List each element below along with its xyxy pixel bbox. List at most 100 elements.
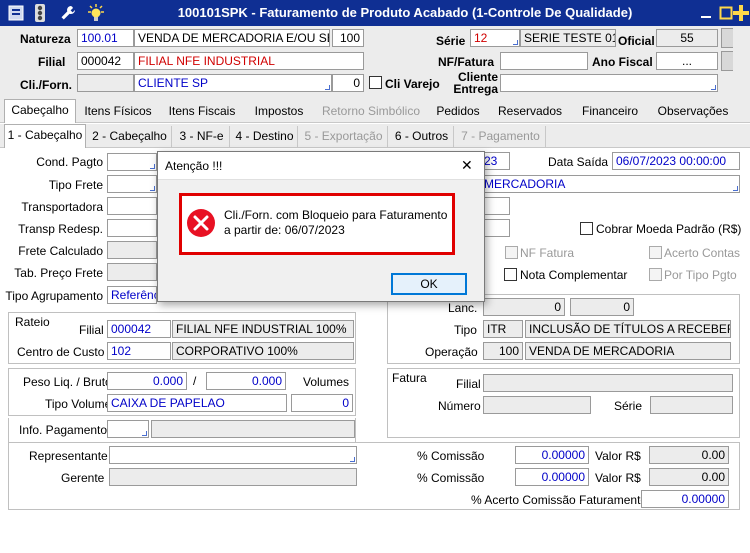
- peso-group: Peso Liq. / Bruto 0.000 / 0.000 Volumes …: [8, 368, 356, 416]
- data-saida-label: Data Saída: [548, 155, 609, 169]
- centro-custo-code[interactable]: 102: [107, 342, 171, 360]
- tab-observacoes[interactable]: Observações: [650, 101, 736, 123]
- cliente-entrega-input[interactable]: [500, 74, 718, 92]
- message-highlight: Cli./Forn. com Bloqueio para Faturamento…: [179, 193, 455, 255]
- dialog-message-line1: Cli./Forn. com Bloqueio para Faturamento: [224, 208, 448, 222]
- nota-complementar-checkbox[interactable]: [504, 268, 517, 281]
- cliente-entrega-label: Cliente Entrega: [453, 70, 498, 96]
- app-menu-icon[interactable]: [6, 3, 26, 23]
- attention-dialog: Atenção !!! ✕ Cli./Forn. com Bloqueio pa…: [157, 151, 485, 302]
- tipo-volume-input[interactable]: CAIXA DE PAPELAO: [107, 394, 287, 412]
- lancamento-group: Lanc. 0 0 Tipo ITR INCLUSÃO DE TÍTULOS A…: [387, 294, 740, 364]
- rateio-filial-code[interactable]: 000042: [107, 320, 171, 338]
- acerto-contas-checkbox[interactable]: [649, 246, 662, 259]
- tab-reservados[interactable]: Reservados: [490, 101, 570, 123]
- cond-pagto-input[interactable]: [107, 153, 157, 171]
- ok-button[interactable]: OK: [391, 273, 467, 295]
- nf-fatura-input[interactable]: [500, 52, 588, 70]
- gerente-input: [109, 468, 357, 486]
- tab-cabecalho[interactable]: Cabeçalho: [4, 99, 76, 123]
- operacao-num: 100: [483, 342, 523, 360]
- serie-input[interactable]: 12: [470, 29, 520, 47]
- subtab-3-nfe[interactable]: 3 - NF-e: [174, 126, 230, 147]
- volumes-input[interactable]: 0: [291, 394, 353, 412]
- minimize-icon[interactable]: [696, 3, 716, 23]
- centro-custo-desc: CORPORATIVO 100%: [172, 342, 354, 360]
- cliforn-code-input[interactable]: [77, 74, 134, 92]
- natureza-desc-input[interactable]: VENDA DE MERCADORIA E/OU SERVI: [134, 29, 330, 47]
- subtab-1-cabecalho[interactable]: 1 - Cabeçalho: [4, 124, 86, 148]
- rateio-group: Rateio Filial 000042 FILIAL NFE INDUSTRI…: [8, 312, 356, 364]
- fatura-serie-input: [650, 396, 733, 414]
- representante-input[interactable]: [109, 446, 357, 464]
- nf-fatura-checkbox[interactable]: [505, 246, 518, 259]
- tipo-desc: INCLUSÃO DE TÍTULOS A RECEBER: [525, 320, 731, 338]
- cliforn-desc-input[interactable]: CLIENTE SP: [134, 74, 332, 92]
- volumes-label: Volumes: [303, 375, 350, 389]
- tab-preco-frete-input: [107, 263, 157, 281]
- valor-2-input: 0.00: [649, 468, 729, 486]
- cliforn-num-input[interactable]: 0: [332, 74, 364, 92]
- transp-redesp-input[interactable]: [107, 219, 157, 237]
- cli-varejo-checkbox[interactable]: [369, 76, 382, 89]
- header-panel: Natureza 100.01 VENDA DE MERCADORIA E/OU…: [0, 26, 750, 99]
- rateio-label: Rateio: [15, 315, 50, 329]
- subtab-5-exportacao[interactable]: 5 - Exportação: [300, 126, 388, 147]
- subtab-4-destino[interactable]: 4 - Destino: [232, 126, 298, 147]
- comissao-2-input[interactable]: 0.00000: [515, 468, 589, 486]
- oficial-input: 55: [656, 29, 718, 47]
- transportadora-input[interactable]: [107, 197, 157, 215]
- frete-calculado-input: [107, 241, 157, 259]
- wrench-icon[interactable]: [58, 3, 78, 23]
- natureza-code-input[interactable]: 100.01: [77, 29, 134, 47]
- info-pagamento-code[interactable]: [107, 420, 149, 438]
- valor-2-label: Valor R$: [595, 471, 641, 485]
- acerto-comissao-input[interactable]: 0.00000: [641, 490, 729, 508]
- fatura-filial-label: Filial: [456, 377, 481, 391]
- fatura-filial-input: [483, 374, 733, 392]
- por-tipo-pgto-checkbox[interactable]: [649, 268, 662, 281]
- tab-pedidos[interactable]: Pedidos: [432, 101, 484, 123]
- tab-preco-frete-label: Tab. Preço Frete: [14, 266, 103, 280]
- header-scrollbar[interactable]: [733, 26, 750, 99]
- fatura-group: Fatura Filial Número Série: [387, 368, 740, 438]
- comissao-1-input[interactable]: 0.00000: [515, 446, 589, 464]
- tab-impostos[interactable]: Impostos: [248, 101, 310, 123]
- numero-input: [483, 396, 591, 414]
- tipo-volume-label: Tipo Volume: [45, 397, 112, 411]
- subtab-7-pagamento[interactable]: 7 - Pagamento: [456, 126, 546, 147]
- nf-fatura-label: NF/Fatura: [438, 55, 495, 69]
- filial-code-input[interactable]: 000042: [77, 52, 134, 70]
- peso-label: Peso Liq. / Bruto: [23, 375, 112, 389]
- peso-liq-input[interactable]: 0.000: [107, 372, 187, 390]
- peso-bruto-input[interactable]: 0.000: [206, 372, 286, 390]
- add-icon[interactable]: [731, 3, 750, 23]
- operacao-label: Operação: [425, 345, 478, 359]
- tipo-label: Tipo: [454, 323, 477, 337]
- traffic-light-icon[interactable]: [30, 3, 50, 23]
- tipo-frete-input[interactable]: [107, 175, 157, 193]
- close-icon[interactable]: ✕: [461, 157, 473, 174]
- tab-retorno-simbolico[interactable]: Retorno Simbólico: [316, 101, 426, 123]
- numero-label: Número: [438, 399, 481, 413]
- tipo-agrupamento-input[interactable]: Referênc: [107, 286, 157, 304]
- filial-desc-input[interactable]: FILIAL NFE INDUSTRIAL: [134, 52, 364, 70]
- info-pagamento-group: Info. Pagamento: [8, 418, 356, 442]
- data-saida-input[interactable]: 06/07/2023 00:00:00: [612, 152, 740, 170]
- natureza-num-input[interactable]: 100: [332, 29, 364, 47]
- tipo-agrupamento-label: Tipo Agrupamento: [5, 289, 103, 303]
- dialog-message-line2: a partir de: 06/07/2023: [224, 223, 345, 237]
- tab-financeiro[interactable]: Financeiro: [576, 101, 644, 123]
- bottom-space: [0, 510, 750, 553]
- cobrar-moeda-checkbox[interactable]: [580, 222, 593, 235]
- ano-fiscal-input[interactable]: ...: [656, 52, 718, 70]
- lightbulb-icon[interactable]: [86, 3, 106, 23]
- subtab-6-outros[interactable]: 6 - Outros: [390, 126, 454, 147]
- representante-group: Representante Gerente % Comissão 0.00000…: [8, 442, 740, 510]
- frete-calculado-label: Frete Calculado: [18, 244, 103, 258]
- subtab-2-cabecalho[interactable]: 2 - Cabeçalho: [88, 126, 172, 147]
- tab-itens-fiscais[interactable]: Itens Fiscais: [162, 101, 242, 123]
- valor-1-input: 0.00: [649, 446, 729, 464]
- tab-itens-fisicos[interactable]: Itens Físicos: [80, 101, 156, 123]
- mercadoria-input[interactable]: MERCADORIA: [480, 175, 740, 193]
